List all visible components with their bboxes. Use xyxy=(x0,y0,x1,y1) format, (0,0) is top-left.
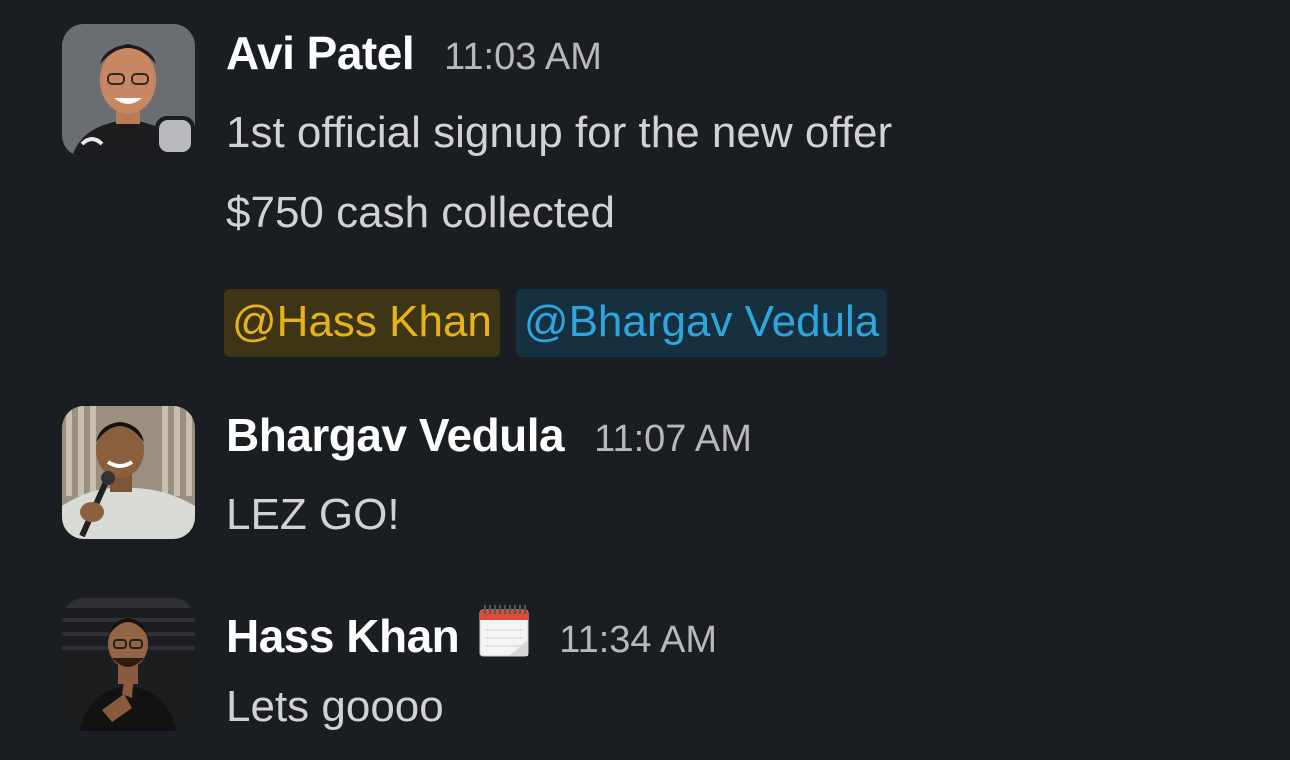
message-header: Bhargav Vedula 11:07 AM xyxy=(226,408,752,462)
author-name[interactable]: Avi Patel xyxy=(226,26,415,80)
message-text-line: $750 cash collected xyxy=(226,188,615,237)
author-name[interactable]: Hass Khan xyxy=(226,609,460,663)
timestamp[interactable]: 11:07 AM xyxy=(594,418,752,461)
author-name[interactable]: Bhargav Vedula xyxy=(226,408,565,462)
avatar[interactable] xyxy=(62,406,195,539)
timestamp[interactable]: 11:03 AM xyxy=(444,36,602,79)
message-text-line: 1st official signup for the new offer xyxy=(226,108,893,157)
mentions-row: @Hass Khan @Bhargav Vedula xyxy=(224,289,888,357)
mention-hass-khan[interactable]: @Hass Khan xyxy=(224,289,500,357)
message-text-line: LEZ GO! xyxy=(226,490,400,539)
calendar-icon[interactable] xyxy=(479,604,529,658)
presence-status-icon xyxy=(155,116,195,156)
message-header: Hass Khan 11:34 AM xyxy=(226,598,717,663)
message-header: Avi Patel 11:03 AM xyxy=(226,26,602,80)
message-text-line: Lets goooo xyxy=(226,682,444,731)
timestamp[interactable]: 11:34 AM xyxy=(559,619,717,662)
avatar[interactable] xyxy=(62,598,195,731)
message-feed: Avi Patel 11:03 AM 1st official signup f… xyxy=(0,0,1290,760)
mention-bhargav-vedula[interactable]: @Bhargav Vedula xyxy=(515,289,888,357)
